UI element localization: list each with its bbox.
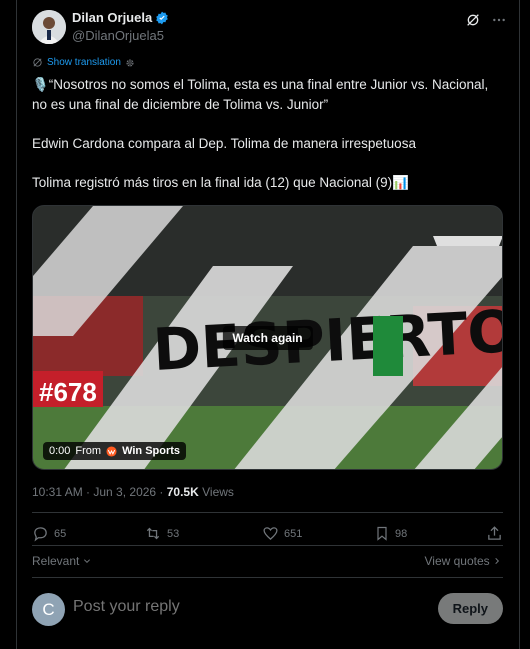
author-avatar[interactable] [32,10,66,44]
sort-replies-dropdown[interactable]: Relevant [32,554,91,568]
tweet-meta: 10:31 AM · Jun 3, 2026 · 70.5K Views [32,485,234,499]
scoreboard-text: #678 [39,377,97,407]
reply-icon [34,527,47,542]
views-count: 70.5K [166,485,199,499]
heart-icon [263,527,278,541]
tweet-quote: 🎙️“Nosotros no somos el Tolima, esta es … [32,77,489,112]
tweet-header: Dilan Orjuela @DilanOrjuela5 [32,6,507,46]
author-name[interactable]: Dilan Orjuela [72,10,152,25]
chevron-down-icon [83,559,90,564]
view-quotes-link[interactable]: View quotes [425,554,502,568]
tweet-text: 🎙️“Nosotros no somos el Tolima, esta es … [32,75,502,212]
win-sports-logo-icon [106,445,117,457]
author-name-row[interactable]: Dilan Orjuela [72,10,169,25]
watch-again-button[interactable]: Watch again [222,325,313,350]
like-count: 651 [284,527,303,540]
settings-gear-icon[interactable] [125,58,135,68]
translate-icon [33,58,42,67]
header-actions [465,12,507,28]
action-bar: 65 53 651 98 [32,525,503,542]
reply-count: 65 [54,527,67,540]
avatar-image [32,10,66,44]
sort-label: Relevant [32,554,80,568]
repost-action[interactable]: 53 [144,525,262,542]
verified-badge-icon [156,11,168,24]
more-icon[interactable] [491,12,507,28]
reply-composer: C Reply [32,592,503,628]
tweet-line-2: Edwin Cardona compara al Dep. Tolima de … [32,136,416,151]
video-source-name: Win Sports [122,445,181,457]
video-player[interactable]: #678 DESPIERTO Watch again 0:00 From Win… [32,205,503,470]
video-time: 0:00 [49,445,71,457]
share-icon [488,526,501,540]
tweet-line-3: Tolima registró más tiros en la final id… [32,175,409,190]
from-label: From [75,445,102,457]
bookmark-icon [377,526,387,541]
views-label: Views [198,485,234,499]
show-translation-label[interactable]: Show translation [47,57,121,68]
reply-action[interactable]: 65 [32,525,144,542]
chevron-right-icon [495,557,500,565]
divider-bottom [32,577,503,578]
repost-icon [146,527,160,540]
tweet-detail-panel: Dilan Orjuela @DilanOrjuela5 Show transl… [16,0,520,649]
show-translation-link[interactable]: Show translation [32,57,135,68]
repost-count: 53 [167,527,180,540]
reply-button[interactable]: Reply [437,593,503,624]
view-quotes-label: View quotes [424,554,490,568]
like-action[interactable]: 651 [262,525,374,542]
video-source-badge[interactable]: 0:00 From Win Sports [43,442,187,460]
divider-mid [32,545,503,546]
reply-input[interactable] [73,598,373,616]
tweet-timestamp[interactable]: 10:31 AM · Jun 3, 2026 · [32,485,167,499]
bookmark-count: 98 [395,527,408,540]
author-handle[interactable]: @DilanOrjuela5 [72,28,164,43]
divider-top [32,512,503,513]
bookmark-action[interactable]: 98 [374,525,474,542]
grok-icon[interactable] [465,12,481,28]
current-user-avatar[interactable]: C [32,593,65,626]
share-action[interactable] [486,525,503,542]
